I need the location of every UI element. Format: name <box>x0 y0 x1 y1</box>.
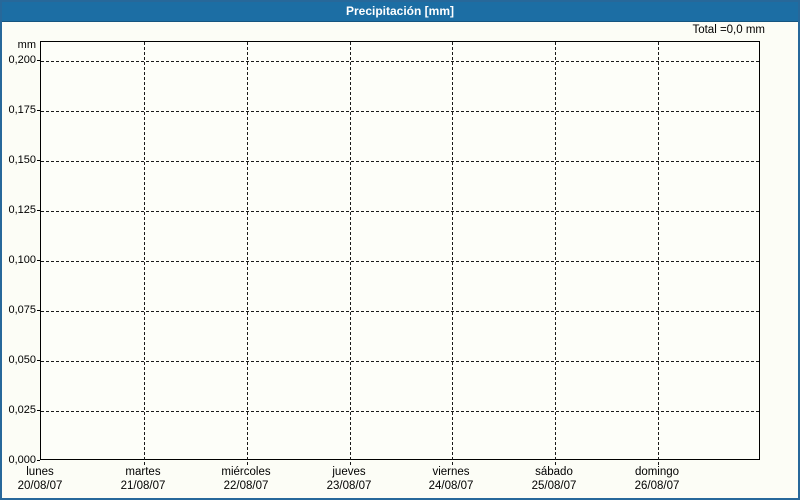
x-axis-day-name: martes <box>125 466 161 478</box>
x-axis-day-label: martes 21/08/07 <box>91 465 195 493</box>
y-axis: mm 0,200 0,175 0,150 0,125 0,100 0,075 0,050 0,… <box>2 2 40 498</box>
precipitation-chart-window: Precipitación [mm] Total =0,0 mm mm 0,20… <box>0 0 800 500</box>
x-axis-day-date: 26/08/07 <box>634 480 680 492</box>
y-axis-tick-label: 0,175 <box>8 104 36 116</box>
h-gridline <box>41 311 759 312</box>
x-axis-day-name: miércoles <box>221 466 271 478</box>
y-axis-tickmark <box>37 360 40 361</box>
y-axis-tickmark <box>37 160 40 161</box>
v-gridline <box>658 42 659 465</box>
y-axis-tick-label: 0,125 <box>8 204 36 216</box>
x-axis-day-name: jueves <box>332 466 366 478</box>
h-gridline <box>41 261 759 262</box>
y-axis-tickmark <box>37 310 40 311</box>
x-axis-day-label: miércoles 22/08/07 <box>194 465 298 493</box>
x-axis: lunes 20/08/07 martes 21/08/07 miércoles 22/0… <box>18 465 760 495</box>
x-axis-day-date: 20/08/07 <box>17 480 63 492</box>
y-axis-tickmark <box>37 460 40 461</box>
h-gridline <box>41 111 759 112</box>
h-gridline <box>41 211 759 212</box>
v-gridline <box>350 42 351 465</box>
x-axis-day-date: 25/08/07 <box>531 480 577 492</box>
x-axis-day-date: 24/08/07 <box>428 480 474 492</box>
x-axis-day-date: 22/08/07 <box>223 480 269 492</box>
x-axis-day-name: viernes <box>432 466 470 478</box>
x-axis-day-label: domingo 26/08/07 <box>605 465 709 493</box>
y-axis-tickmark <box>37 210 40 211</box>
x-axis-day-date: 23/08/07 <box>326 480 372 492</box>
x-axis-day-label: sábado 25/08/07 <box>502 465 606 493</box>
x-axis-day-date: 21/08/07 <box>120 480 166 492</box>
v-gridline <box>247 42 248 465</box>
y-axis-tickmark <box>37 60 40 61</box>
total-precipitation-label: Total =0,0 mm <box>692 24 765 36</box>
y-axis-tickmark <box>37 410 40 411</box>
x-axis-day-name: sábado <box>535 466 573 478</box>
y-axis-tickmark <box>37 110 40 111</box>
v-gridline <box>144 42 145 465</box>
x-axis-day-name: domingo <box>634 466 680 478</box>
v-gridline <box>452 42 453 465</box>
x-axis-day-name: lunes <box>26 466 54 478</box>
y-axis-tick-label: 0,050 <box>8 354 36 366</box>
h-gridline <box>41 61 759 62</box>
h-gridline <box>41 361 759 362</box>
y-axis-tick-label: 0,200 <box>8 54 36 66</box>
v-gridline <box>555 42 556 465</box>
y-axis-unit-label: mm <box>17 39 36 51</box>
y-axis-tick-label: 0,025 <box>8 404 36 416</box>
y-axis-tick-label: 0,075 <box>8 304 36 316</box>
chart-title: Precipitación [mm] <box>345 4 455 18</box>
x-axis-day-label: viernes 24/08/07 <box>399 465 503 493</box>
chart-title-bar: Precipitación [mm] <box>2 2 798 22</box>
y-axis-tickmark <box>37 260 40 261</box>
x-axis-day-label: lunes 20/08/07 <box>2 465 92 493</box>
h-gridline <box>41 411 759 412</box>
y-axis-tick-label: 0,100 <box>8 254 36 266</box>
y-axis-tick-label: 0,150 <box>8 154 36 166</box>
h-gridline <box>41 161 759 162</box>
plot-area <box>40 41 760 465</box>
x-axis-day-label: jueves 23/08/07 <box>297 465 401 493</box>
